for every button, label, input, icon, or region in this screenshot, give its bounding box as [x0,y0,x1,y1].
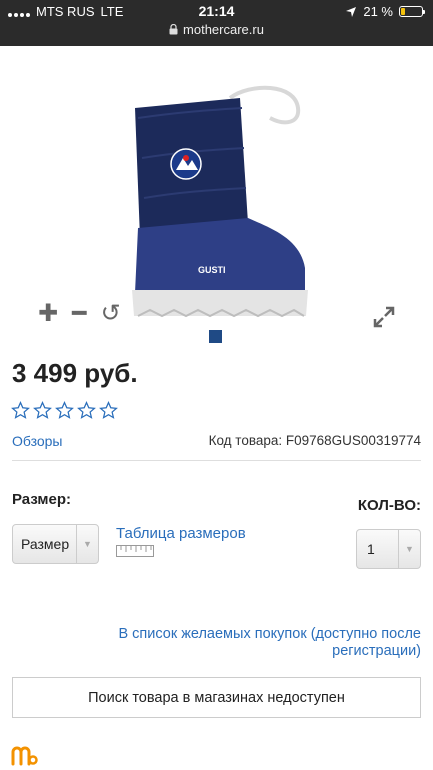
quantity-select[interactable]: 1 ▼ [356,529,421,569]
battery-percent: 21 % [363,4,393,19]
size-label: Размер: [12,491,72,508]
location-arrow-icon [346,6,357,17]
wishlist-link[interactable]: В список желаемых покупок (доступно посл… [61,626,421,660]
chevron-down-icon: ▼ [398,530,420,568]
address-bar[interactable]: mothercare.ru [0,22,433,37]
product-price: 3 499 руб. [12,358,138,388]
image-zoom-controls: ✚ ━ ↺ [38,302,121,326]
chevron-down-icon: ▼ [76,525,98,563]
zoom-in-icon[interactable]: ✚ [38,302,58,326]
size-table-link[interactable]: Таблица размеров [116,525,246,542]
status-bar: MTS RUS LTE 21:14 21 % mothercare.ru [0,0,433,46]
gallery-indicator[interactable] [209,330,222,343]
ruler-icon [116,545,154,557]
product-image[interactable]: GUSTI [120,78,320,328]
battery-icon [399,6,425,17]
zoom-out-icon[interactable]: ━ [72,302,86,326]
battery-fill [401,8,406,15]
brand-label: GUSTI [198,265,226,275]
reset-icon[interactable]: ↺ [101,302,121,326]
reviews-link[interactable]: Обзоры [12,433,63,449]
quantity-label: КОЛ-ВО: [357,497,421,514]
star-icon[interactable] [77,401,96,420]
star-icon[interactable] [11,401,30,420]
store-search-button[interactable]: Поиск товара в магазинах недоступен [12,677,421,718]
fullscreen-icon[interactable] [372,305,396,329]
size-select-value: Размер [21,536,70,552]
status-right: 21 % [345,4,425,19]
star-icon[interactable] [99,401,118,420]
star-icon[interactable] [33,401,52,420]
divider [12,460,421,461]
size-select[interactable]: Размер ▼ [12,524,99,564]
product-sku: Код товара: F09768GUS00319774 [208,433,421,448]
url-text: mothercare.ru [183,22,264,37]
quantity-select-value: 1 [367,541,375,557]
mothercare-logo [11,746,38,766]
star-icon[interactable] [55,401,74,420]
lock-icon [169,24,178,35]
rating-stars[interactable] [11,401,118,420]
